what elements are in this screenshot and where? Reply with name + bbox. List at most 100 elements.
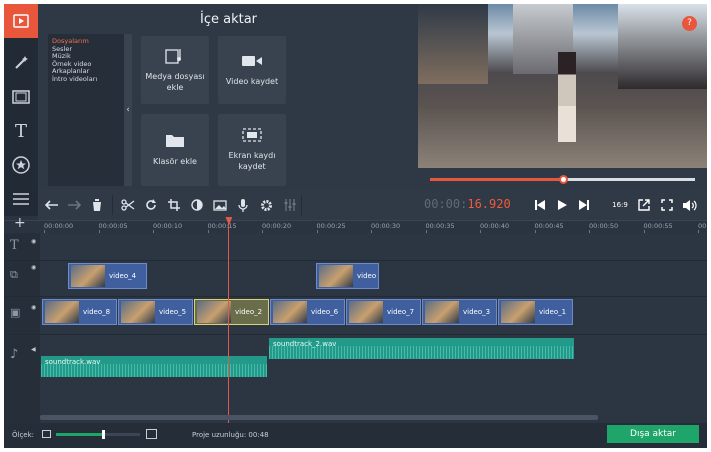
help-button[interactable]: ?: [682, 16, 697, 31]
volume-button[interactable]: [680, 195, 700, 215]
audio-clip-soundtrack-2[interactable]: soundtrack_2.wav: [269, 338, 574, 359]
video-clip[interactable]: video_2: [194, 299, 269, 325]
film-play-icon: [13, 14, 29, 28]
clip-label: video_6: [311, 308, 339, 316]
add-folder-button[interactable]: Klasör ekle: [141, 114, 209, 186]
audio-waveform: [41, 364, 267, 377]
clip-properties-button[interactable]: [210, 195, 230, 215]
image-icon: [213, 199, 227, 211]
clip-thumbnail: [425, 301, 459, 323]
clip-thumbnail: [121, 301, 155, 323]
stickers-tool-button[interactable]: [4, 148, 38, 182]
zoom-slider[interactable]: [56, 430, 140, 439]
record-voice-button[interactable]: [233, 195, 253, 215]
zoom-slider-handle[interactable]: [102, 430, 106, 439]
record-screen-button[interactable]: Ekran kaydı kaydet: [218, 114, 286, 186]
overlay-clip[interactable]: video: [316, 263, 379, 289]
app-window: T İçe aktar Dosyalarım Sesler Müzik Örne…: [4, 4, 707, 448]
video-clip[interactable]: video_5: [118, 299, 193, 325]
plus-icon: +: [14, 215, 26, 231]
export-button[interactable]: Dışa aktar: [607, 425, 699, 443]
clip-label: video_5: [159, 308, 187, 316]
settings-button[interactable]: [256, 195, 276, 215]
more-tools-button[interactable]: [4, 182, 38, 216]
clip-label: video_2: [235, 308, 263, 316]
clip-thumbnail: [273, 301, 307, 323]
video-clip[interactable]: video_3: [422, 299, 497, 325]
ruler-tick-label: 00:00:10: [153, 222, 183, 230]
toolbar-divider-2: [301, 195, 302, 215]
import-tool-button[interactable]: [4, 4, 38, 38]
clip-thumbnail: [71, 265, 105, 287]
play-button[interactable]: [552, 195, 572, 215]
fullscreen-button[interactable]: [657, 195, 677, 215]
audio-clip-soundtrack[interactable]: soundtrack.wav: [41, 356, 267, 377]
clip-label: video_8: [83, 308, 111, 316]
record-screen-label: Ekran kaydı kaydet: [228, 151, 276, 171]
cut-button[interactable]: [118, 195, 138, 215]
delete-button[interactable]: [87, 195, 107, 215]
scissors-icon: [121, 199, 135, 211]
video-clip[interactable]: video_8: [42, 299, 117, 325]
playhead[interactable]: [228, 218, 230, 423]
skip-forward-button[interactable]: [574, 195, 594, 215]
record-video-label: Video kaydet: [225, 76, 279, 86]
preview-seekbar-fill: [430, 178, 563, 181]
detach-preview-button[interactable]: [634, 195, 654, 215]
speaker-icon: [683, 199, 697, 211]
overlay-clip[interactable]: video_4: [68, 263, 147, 289]
overlay-track-icon: ⧉: [10, 268, 18, 281]
zoom-out-button[interactable]: [42, 430, 51, 438]
gear-icon: [260, 199, 272, 211]
zoom-slider-fill: [56, 433, 103, 436]
add-media-files-label: Medya dosyası ekle: [145, 72, 205, 92]
clip-thumbnail: [197, 301, 231, 323]
clip-label: video: [357, 272, 377, 280]
aspect-ratio-button[interactable]: 16:9: [609, 195, 631, 215]
undo-button[interactable]: [42, 195, 62, 215]
screen-record-icon: [242, 128, 262, 142]
timecode-display: 00:00:16.920: [424, 197, 511, 211]
trash-icon: [92, 199, 102, 211]
magic-wand-icon: [15, 56, 28, 69]
external-window-icon: [638, 199, 650, 211]
category-item-intro-videolari[interactable]: İntro videoları: [52, 75, 124, 84]
project-length-value: 00:48: [248, 431, 269, 439]
ruler-tick-label: 00:00:55: [643, 222, 673, 230]
video-track-visibility-icon[interactable]: ◉: [31, 304, 36, 311]
category-list: Dosyalarım Sesler Müzik Örnek video Arka…: [48, 34, 124, 186]
record-video-button[interactable]: Video kaydet: [218, 36, 286, 104]
rotate-button[interactable]: [141, 195, 161, 215]
video-clip[interactable]: video_6: [270, 299, 345, 325]
add-track-button[interactable]: +: [14, 215, 26, 231]
ruler-tick-label: 00:00:35: [425, 222, 455, 230]
video-clip[interactable]: video_7: [346, 299, 421, 325]
add-media-files-button[interactable]: Medya dosyası ekle: [141, 36, 209, 104]
equalizer-button[interactable]: [280, 195, 300, 215]
audio-track-mute-icon[interactable]: ◀: [31, 346, 36, 353]
overlay-track-visibility-icon[interactable]: ◉: [31, 264, 36, 271]
color-adjust-button[interactable]: [187, 195, 207, 215]
equalizer-icon: [284, 199, 296, 211]
ruler-tick-label: 00:00:45: [534, 222, 564, 230]
skip-back-button[interactable]: [530, 195, 550, 215]
clip-thumbnail: [319, 265, 353, 287]
import-title: İçe aktar: [200, 12, 258, 27]
preview-seekbar[interactable]: [430, 175, 695, 184]
redo-button[interactable]: [64, 195, 84, 215]
crop-button[interactable]: [164, 195, 184, 215]
video-clip[interactable]: video_1: [498, 299, 573, 325]
titles-tool-button[interactable]: T: [4, 114, 38, 148]
video-preview: [418, 4, 707, 168]
clip-label: video_4: [109, 272, 137, 280]
timeline-scrollbar[interactable]: [40, 415, 598, 420]
text-track-visibility-icon[interactable]: ◉: [31, 238, 36, 245]
transitions-tool-button[interactable]: [4, 80, 38, 114]
magic-wand-tool-button[interactable]: [4, 46, 38, 80]
timeline-ruler[interactable]: 00:00:00 00:00:05 00:00:10 00:00:15 00:00:20…: [4, 220, 707, 234]
zoom-in-button[interactable]: [146, 429, 157, 439]
rotate-icon: [146, 199, 156, 210]
text-track-icon: T: [10, 238, 19, 253]
preview-seekbar-handle[interactable]: [558, 175, 568, 184]
collapse-panel-button[interactable]: ‹: [124, 34, 132, 186]
